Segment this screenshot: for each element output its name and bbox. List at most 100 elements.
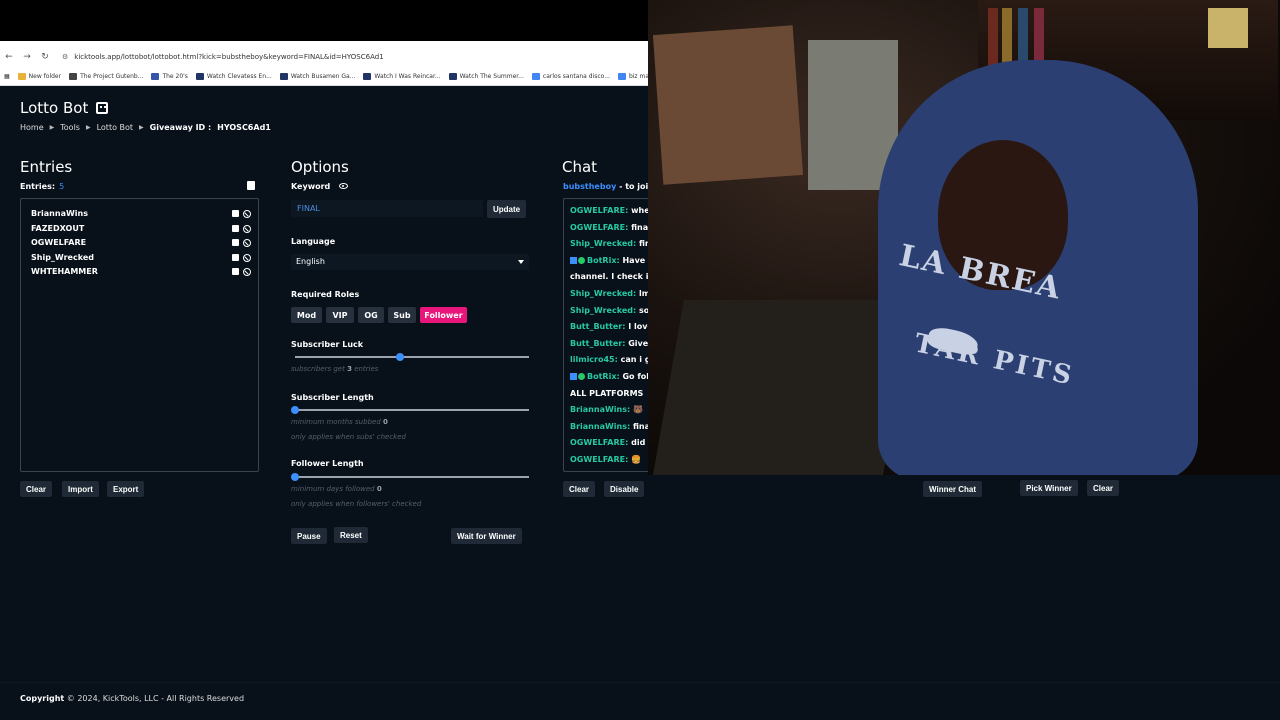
winner-clear-button[interactable]: Clear <box>1087 480 1120 496</box>
role-follower-toggle[interactable]: Follower <box>420 307 467 323</box>
follower-length-slider[interactable] <box>291 473 529 481</box>
reload-icon[interactable]: ↻ <box>36 52 54 62</box>
stop-icon[interactable] <box>232 224 239 232</box>
slider-knob[interactable] <box>291 406 299 414</box>
entry-name: OGWELFARE <box>31 238 87 247</box>
bookmark-item[interactable]: biz markie the biz is... <box>617 72 648 80</box>
entry-actions <box>232 224 251 233</box>
entry-name: WHTEHAMMER <box>31 267 98 276</box>
chat-username[interactable]: lilmicro45: <box>570 355 618 364</box>
chat-username[interactable]: Ship_Wrecked: <box>570 289 636 298</box>
address-row: ← → ↻ ⚙ kicktools.app/lottobot/lottobot.h… <box>0 49 648 65</box>
language-select[interactable]: English <box>291 254 529 270</box>
back-icon[interactable]: ← <box>0 52 18 62</box>
address-bar[interactable]: ⚙ kicktools.app/lottobot/lottobot.html?ki… <box>62 53 384 61</box>
apps-grid-icon[interactable]: ▦ <box>4 73 10 80</box>
bookmark-icon <box>69 72 78 80</box>
chat-message: OGWELFARE: fina <box>570 222 648 234</box>
chat-message: OGWELFARE: 🍔 <box>570 454 648 466</box>
page-title: Lotto Bot <box>20 99 271 117</box>
chat-disable-button[interactable]: Disable <box>604 481 645 497</box>
bookmark-item[interactable]: The 20's <box>151 72 188 80</box>
ban-icon[interactable] <box>243 210 251 218</box>
chat-text: final <box>632 421 648 431</box>
wait-for-winner-button[interactable]: Wait for Winner <box>451 528 522 544</box>
stop-icon[interactable] <box>232 268 239 275</box>
verified-icon <box>578 256 585 264</box>
options-title: Options <box>291 158 349 176</box>
pause-button[interactable]: Pause <box>291 528 327 544</box>
forward-icon[interactable]: → <box>18 52 36 62</box>
chat-username[interactable]: OGWELFARE: <box>570 438 628 447</box>
chat-text: finc <box>638 239 648 249</box>
chat-message: BriannaWins: 🐻 <box>570 404 648 416</box>
chat-username[interactable]: OGWELFARE: <box>570 455 628 464</box>
breadcrumb-home[interactable]: Home <box>20 123 44 132</box>
stop-icon[interactable] <box>232 210 239 217</box>
bookmark-item[interactable]: Watch I Was Reincar... <box>363 72 441 80</box>
bookmark-icon <box>617 72 626 80</box>
slider-knob[interactable] <box>396 353 405 361</box>
entries-export-button[interactable]: Export <box>107 481 145 497</box>
bookmark-label: New folder <box>28 72 62 80</box>
chat-text: did <box>628 438 646 448</box>
chat-channel-user[interactable]: bubstheboy <box>563 182 616 191</box>
chat-username[interactable]: OGWELFARE: <box>570 223 628 232</box>
copy-icon[interactable] <box>247 181 255 190</box>
role-sub-toggle[interactable]: Sub <box>388 307 416 323</box>
entries-import-button[interactable]: Import <box>62 481 99 497</box>
entry-actions <box>232 268 251 276</box>
slider-knob[interactable] <box>291 473 299 481</box>
site-info-icon[interactable]: ⚙ <box>62 53 68 61</box>
chat-username[interactable]: BriannaWins: <box>570 405 630 414</box>
winner-chat-button[interactable]: Winner Chat <box>923 481 983 497</box>
chat-clear-button[interactable]: Clear <box>563 481 596 497</box>
breadcrumb-tools[interactable]: Tools <box>60 123 80 132</box>
eye-icon[interactable] <box>339 183 348 189</box>
breadcrumb-lotto-bot[interactable]: Lotto Bot <box>97 123 133 132</box>
chat-username[interactable]: Ship_Wrecked: <box>570 306 636 315</box>
follower-length-hint: minimum days followed 0 <box>291 485 382 493</box>
entries-clear-button[interactable]: Clear <box>20 481 53 497</box>
follower-length-hint-text: minimum days followed <box>291 485 375 493</box>
subscriber-luck-hint: subscribers get 3 entries <box>291 365 378 373</box>
chat-username[interactable]: Butt_Butter: <box>570 339 625 348</box>
role-vip-toggle[interactable]: VIP <box>326 307 354 323</box>
role-mod-toggle[interactable]: Mod <box>291 307 322 323</box>
chat-username[interactable]: OGWELFARE: <box>570 206 628 215</box>
ban-icon[interactable] <box>243 253 251 262</box>
bookmark-item[interactable]: The Project Gutenb... <box>69 72 143 80</box>
subscriber-luck-slider[interactable] <box>295 353 529 361</box>
entry-name: Ship_Wrecked <box>31 252 94 262</box>
stop-icon[interactable] <box>232 253 239 261</box>
chat-text: I love <box>628 322 648 332</box>
keyword-update-button[interactable]: Update <box>487 200 527 218</box>
ban-icon[interactable] <box>243 224 251 233</box>
bookmark-item[interactable]: New folder <box>17 72 62 80</box>
subscriber-length-slider[interactable] <box>291 406 529 414</box>
pick-winner-button[interactable]: Pick Winner <box>1020 480 1078 496</box>
entry-row: WHTEHAMMER <box>31 267 251 281</box>
chat-username[interactable]: Butt_Butter: <box>570 322 625 331</box>
chat-message: Ship_Wrecked: finc <box>570 238 648 250</box>
bookmark-item[interactable]: Watch Busamen Ga... <box>279 72 355 80</box>
entry-row: OGWELFARE <box>31 238 251 252</box>
subscriber-luck-hint-text: subscribers get <box>291 365 345 373</box>
chat-username[interactable]: Ship_Wrecked: <box>570 239 636 248</box>
reset-button[interactable]: Reset <box>334 527 368 543</box>
keyword-input[interactable]: FINAL <box>291 200 483 217</box>
ban-icon[interactable] <box>243 239 251 247</box>
webcam-overlay: LA BREA TAR PITS <box>648 0 1280 475</box>
chat-username[interactable]: BotRix: <box>587 256 620 265</box>
chat-text: channel. I check it c <box>570 272 648 282</box>
bookmark-item[interactable]: Watch Clevatess En... <box>195 72 272 80</box>
ban-icon[interactable] <box>243 268 251 276</box>
bookmark-item[interactable]: Watch The Summer... <box>448 72 524 80</box>
chat-message: Ship_Wrecked: lmc <box>570 288 648 300</box>
bookmark-label: carlos santana disco... <box>542 72 610 80</box>
chat-username[interactable]: BotRix: <box>587 372 620 381</box>
bookmark-item[interactable]: carlos santana disco... <box>531 72 610 80</box>
stop-icon[interactable] <box>232 239 239 246</box>
chat-username[interactable]: BriannaWins: <box>570 422 630 431</box>
role-og-toggle[interactable]: OG <box>358 307 384 323</box>
